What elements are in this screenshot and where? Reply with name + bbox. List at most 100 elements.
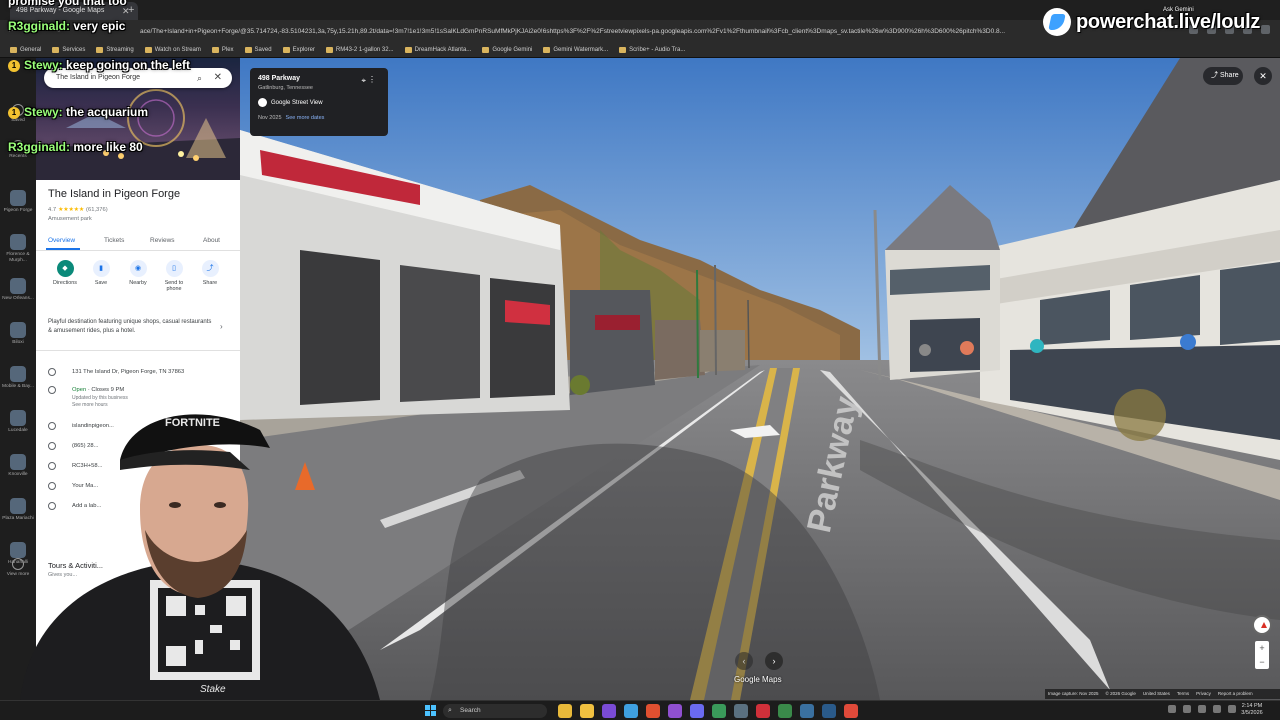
volume-icon[interactable] xyxy=(1213,705,1221,713)
bookmark-item[interactable]: Google Gemini xyxy=(482,46,532,53)
app-icon[interactable] xyxy=(822,704,836,718)
rail-recent-place-icon xyxy=(10,278,26,294)
system-tray xyxy=(1168,705,1236,713)
tray-icon[interactable] xyxy=(1183,705,1191,713)
search-icon: ⌕ xyxy=(448,707,452,714)
taskbar-clock[interactable]: 2:14 PM 3/5/2026 xyxy=(1232,703,1272,717)
explorer-app-icon[interactable] xyxy=(580,704,594,718)
tab-overview[interactable]: Overview xyxy=(48,237,75,244)
active-tab-indicator xyxy=(46,248,80,250)
place-category[interactable]: Amusement park xyxy=(48,216,92,222)
powerchat-icon xyxy=(1043,8,1071,36)
nav-back-arrow[interactable]: ‹ xyxy=(735,652,753,670)
tab-tickets[interactable]: Tickets xyxy=(104,237,124,244)
taskbar-apps xyxy=(558,704,858,718)
rail-recent-place-icon xyxy=(10,234,26,250)
close-street-view-button[interactable]: ✕ xyxy=(1254,67,1272,85)
tab-reviews[interactable]: Reviews xyxy=(150,237,175,244)
action-buttons: ◆ Directions ▮ Save ◉ Nearby ▯ Send to phone… xyxy=(36,260,240,308)
app-icon[interactable] xyxy=(734,704,748,718)
compass-control[interactable] xyxy=(1252,615,1272,635)
taskbar-search[interactable]: ⌕ Search xyxy=(443,704,547,718)
bookmark-item[interactable]: Scribe+ - Audio Tra... xyxy=(619,46,685,53)
bookmark-icon: ▮ xyxy=(92,260,110,277)
profile-icon[interactable] xyxy=(1261,25,1270,34)
phone-icon: ▯ xyxy=(165,260,183,277)
rail-recent-place[interactable]: Biloxi xyxy=(0,322,36,346)
chat-message: 1 Stewy: the acquarium xyxy=(8,105,148,119)
rail-recent-place-icon xyxy=(10,322,26,338)
app-icon[interactable] xyxy=(756,704,770,718)
chat-message: 1 Stewy: keep going on the left xyxy=(8,57,198,74)
footer-item[interactable]: Report a problem xyxy=(1218,689,1253,699)
rail-recent-place[interactable]: Mobile & Bay... xyxy=(0,366,36,390)
app-icon[interactable] xyxy=(712,704,726,718)
brave-app-icon[interactable] xyxy=(844,704,858,718)
tray-icon[interactable] xyxy=(1168,705,1176,713)
nearby-icon: ◉ xyxy=(129,260,147,277)
windows-taskbar: ⌕ Search 2:14 PM 3/5/2026 xyxy=(0,700,1280,720)
chevron-right-icon[interactable]: › xyxy=(220,322,223,331)
rail-recent-place[interactable]: New Orleans... xyxy=(0,278,36,302)
streamer-figure: FORTNITE Stake xyxy=(20,414,380,700)
url-field[interactable]: ace/The+Island+in+Pigeon+Forge/@35.71472… xyxy=(140,25,1040,39)
street-view-icon xyxy=(258,98,267,107)
bookmark-item[interactable]: DreamHack Atlanta... xyxy=(404,46,471,53)
capture-date: Nov 2025 xyxy=(258,115,282,121)
obs-app-icon[interactable] xyxy=(668,704,682,718)
more-options-icon[interactable]: ⋮ xyxy=(368,75,376,84)
bookmark-item[interactable]: Explorer xyxy=(282,46,315,53)
rating-stars: ★★★★★ xyxy=(58,207,85,213)
pin-icon[interactable]: ⌖ xyxy=(361,76,366,86)
chat-text: very epic xyxy=(73,19,126,33)
chat-text: keep going on the left xyxy=(66,58,191,72)
bookmark-item[interactable]: RM43-2 1-gallon 32... xyxy=(325,46,394,53)
screen: { "browser": { "tab_title": "498 Parkway… xyxy=(0,0,1280,720)
ask-gemini-button[interactable]: Ask Gemini xyxy=(1163,7,1194,13)
location-pin-icon xyxy=(48,368,56,376)
footer-item: United States xyxy=(1142,691,1170,696)
powerchat-text: powerchat.live/loulz xyxy=(1076,10,1261,33)
rail-recent-place[interactable]: Florence & Murph... xyxy=(0,234,36,264)
start-button[interactable] xyxy=(425,705,436,716)
about-summary[interactable]: Playful destination featuring unique sho… xyxy=(48,318,216,335)
divider xyxy=(36,350,240,351)
chrome-app-icon[interactable] xyxy=(646,704,660,718)
share-button[interactable]: ⤴ Share xyxy=(1203,67,1243,85)
clock-time: 2:14 PM xyxy=(1241,703,1263,709)
footer-item: Image capture: Nov 2025 xyxy=(1048,691,1099,696)
chat-text: the acquarium xyxy=(66,105,149,119)
discord-app-icon[interactable] xyxy=(690,704,704,718)
zoom-control[interactable]: + − xyxy=(1255,641,1269,669)
save-button[interactable]: ▮ Save xyxy=(86,260,116,286)
xbox-app-icon[interactable] xyxy=(778,704,792,718)
folder-icon xyxy=(543,46,551,53)
wifi-icon[interactable] xyxy=(1198,705,1206,713)
address-row[interactable]: 131 The Island Dr, Pigeon Forge, TN 3786… xyxy=(48,368,234,382)
footer-item[interactable]: Terms xyxy=(1177,689,1189,699)
rail-recent-place[interactable]: Pigeon Forge xyxy=(0,190,36,214)
google-maps-logo: Google Maps xyxy=(734,675,782,684)
zoom-in-icon[interactable]: + xyxy=(1255,641,1269,655)
powerchat-logo: powerchat.live/loulz xyxy=(1043,8,1260,36)
send-to-phone-button[interactable]: ▯ Send to phone xyxy=(159,260,189,292)
zoom-out-icon[interactable]: − xyxy=(1255,655,1269,669)
nearby-button[interactable]: ◉ Nearby xyxy=(123,260,153,286)
directions-button[interactable]: ◆ Directions xyxy=(50,260,80,286)
share-place-button[interactable]: ⤴ Share xyxy=(195,260,225,286)
nav-forward-arrow[interactable]: › xyxy=(765,652,783,670)
bookmark-item[interactable]: Gemini Watermark... xyxy=(543,46,608,53)
chat-username: R3gginald: xyxy=(8,140,70,154)
clock-date: 3/5/2026 xyxy=(1241,710,1263,716)
share-icon: ⤴ xyxy=(201,260,219,277)
see-more-dates-link[interactable]: See more dates xyxy=(286,115,325,121)
steam-app-icon[interactable] xyxy=(800,704,814,718)
chat-message: R3gginald: more like 80 xyxy=(8,140,143,154)
rail-recent-place-icon xyxy=(10,366,26,382)
reviews-count[interactable]: (61,376) xyxy=(86,207,108,213)
vs-app-icon[interactable] xyxy=(602,704,616,718)
edge-app-icon[interactable] xyxy=(624,704,638,718)
tab-about[interactable]: About xyxy=(203,237,220,244)
widgets-app-icon[interactable] xyxy=(558,704,572,718)
footer-item[interactable]: Privacy xyxy=(1196,689,1211,699)
